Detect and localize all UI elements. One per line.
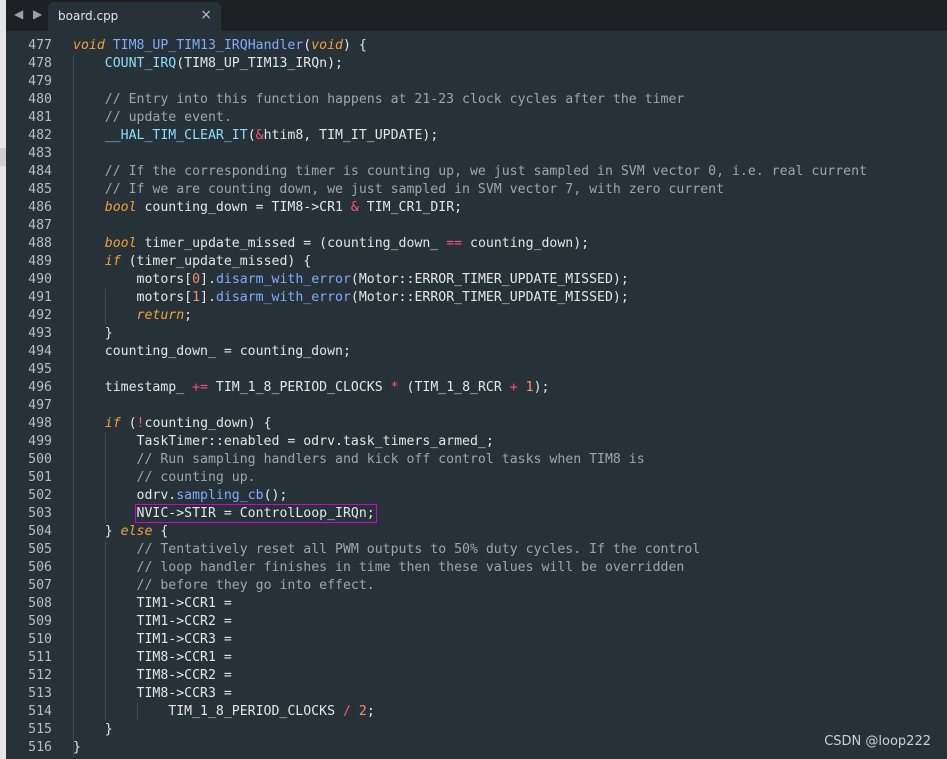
line-number: 479 — [28, 74, 52, 89]
highlighted-statement: NVIC->STIR = ControlLoop_IRQn; — [134, 504, 377, 523]
code-line[interactable]: TaskTimer::enabled = odrv.task_timers_ar… — [73, 433, 943, 451]
code-line[interactable] — [73, 73, 943, 91]
line-number: 494 — [28, 344, 52, 359]
code-line[interactable]: TIM1->CCR2 = — [73, 613, 943, 631]
line-number: 514 — [28, 704, 52, 719]
tab-bar: ◀ ▶ board.cpp × — [6, 0, 947, 31]
line-number: 491 — [28, 290, 52, 305]
line-number: 489 — [28, 254, 52, 269]
code-line[interactable]: } — [73, 325, 943, 343]
line-number: 501 — [28, 470, 52, 485]
tab-board-cpp[interactable]: board.cpp × — [48, 2, 221, 31]
code-line[interactable]: motors[0].disarm_with_error(Motor::ERROR… — [73, 271, 943, 289]
line-number: 503 — [28, 506, 52, 521]
line-number: 511 — [28, 650, 52, 665]
line-number: 504 — [28, 524, 52, 539]
code-line[interactable]: odrv.sampling_cb(); — [73, 487, 943, 505]
code-line[interactable]: if (timer_update_missed) { — [73, 253, 943, 271]
line-number: 497 — [28, 398, 52, 413]
code-line[interactable]: // Entry into this function happens at 2… — [73, 91, 943, 109]
code-line[interactable]: // If we are counting down, we just samp… — [73, 181, 943, 199]
code-line[interactable]: // Tentatively reset all PWM outputs to … — [73, 541, 943, 559]
code-line[interactable] — [73, 361, 943, 379]
code-line[interactable]: TIM1->CCR3 = — [73, 631, 943, 649]
code-line[interactable]: timestamp_ += TIM_1_8_PERIOD_CLOCKS * (T… — [73, 379, 943, 397]
code-line[interactable] — [73, 145, 943, 163]
code-line[interactable]: // update event. — [73, 109, 943, 127]
line-number: 506 — [28, 560, 52, 575]
code-line[interactable]: bool counting_down = TIM8->CR1 & TIM_CR1… — [73, 199, 943, 217]
line-number: 490 — [28, 272, 52, 287]
code-lines[interactable]: void TIM8_UP_TIM13_IRQHandler(void) { CO… — [73, 37, 943, 757]
code-line[interactable]: COUNT_IRQ(TIM8_UP_TIM13_IRQn); — [73, 55, 943, 73]
code-line[interactable]: TIM_1_8_PERIOD_CLOCKS / 2; — [73, 703, 943, 721]
code-line[interactable]: TIM1->CCR1 = — [73, 595, 943, 613]
line-number: 483 — [28, 146, 52, 161]
line-number: 477 — [28, 38, 52, 53]
line-number: 482 — [28, 128, 52, 143]
line-number: 499 — [28, 434, 52, 449]
line-number: 498 — [28, 416, 52, 431]
line-number: 481 — [28, 110, 52, 125]
line-number: 505 — [28, 542, 52, 557]
line-number-gutter: 477 478 479 480 481 482 483 484 485 486 487 488 489 4… — [6, 37, 54, 757]
code-line[interactable]: bool timer_update_missed = (counting_dow… — [73, 235, 943, 253]
line-number: 495 — [28, 362, 52, 377]
code-line[interactable]: void TIM8_UP_TIM13_IRQHandler(void) { — [73, 37, 943, 55]
code-line[interactable]: // loop handler finishes in time then th… — [73, 559, 943, 577]
line-number: 496 — [28, 380, 52, 395]
code-line[interactable]: counting_down_ = counting_down; — [73, 343, 943, 361]
code-line[interactable]: } — [73, 739, 943, 757]
watermark: CSDN @loop222 — [824, 734, 931, 749]
line-number: 513 — [28, 686, 52, 701]
line-number: 512 — [28, 668, 52, 683]
line-number: 478 — [28, 56, 52, 71]
line-number: 500 — [28, 452, 52, 467]
line-number: 488 — [28, 236, 52, 251]
code-line[interactable] — [73, 397, 943, 415]
code-line[interactable]: } — [73, 721, 943, 739]
code-line[interactable]: // counting up. — [73, 469, 943, 487]
line-number: 485 — [28, 182, 52, 197]
code-line[interactable]: NVIC->STIR = ControlLoop_IRQn; — [73, 504, 943, 523]
code-line[interactable]: return; — [73, 307, 943, 325]
code-line[interactable]: } else { — [73, 523, 943, 541]
line-number: 480 — [28, 92, 52, 107]
code-line[interactable]: if (!counting_down) { — [73, 415, 943, 433]
line-number: 486 — [28, 200, 52, 215]
line-number: 493 — [28, 326, 52, 341]
code-line[interactable]: // If the corresponding timer is countin… — [73, 163, 943, 181]
line-number: 492 — [28, 308, 52, 323]
code-line[interactable]: TIM8->CCR2 = — [73, 667, 943, 685]
code-line[interactable]: TIM8->CCR3 = — [73, 685, 943, 703]
line-number: 502 — [28, 488, 52, 503]
line-number: 516 — [28, 740, 52, 755]
tab-filename: board.cpp — [58, 9, 119, 23]
code-line[interactable] — [73, 217, 943, 235]
code-editor[interactable]: 477 478 479 480 481 482 483 484 485 486 487 488 489 4… — [6, 31, 947, 759]
code-line[interactable]: __HAL_TIM_CLEAR_IT(&htim8, TIM_IT_UPDATE… — [73, 127, 943, 145]
code-line[interactable]: // Run sampling handlers and kick off co… — [73, 451, 943, 469]
line-number: 509 — [28, 614, 52, 629]
line-number: 487 — [28, 218, 52, 233]
line-number: 507 — [28, 578, 52, 593]
line-number: 484 — [28, 164, 52, 179]
tab-navigation-arrows[interactable]: ◀ ▶ — [14, 7, 45, 21]
code-line[interactable]: motors[1].disarm_with_error(Motor::ERROR… — [73, 289, 943, 307]
line-number: 508 — [28, 596, 52, 611]
code-line[interactable]: TIM8->CCR1 = — [73, 649, 943, 667]
code-line[interactable]: // before they go into effect. — [73, 577, 943, 595]
close-icon[interactable]: × — [200, 7, 212, 23]
line-number: 510 — [28, 632, 52, 647]
line-number: 515 — [28, 722, 52, 737]
